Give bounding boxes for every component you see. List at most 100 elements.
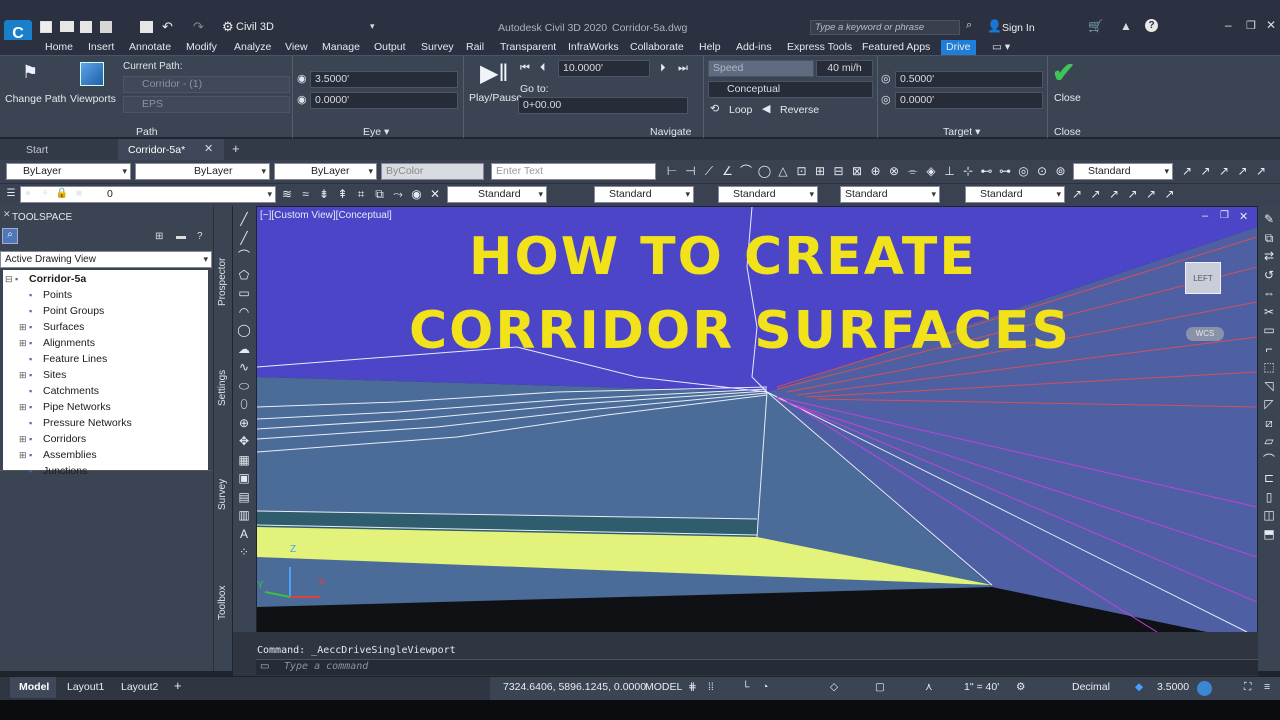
dim-style-select[interactable]: Standard ▾ [1073, 163, 1173, 180]
draw-tool-icon[interactable]: ▣ [237, 471, 251, 485]
tree-expander-icon[interactable]: ⊞ [19, 367, 29, 383]
table-style-select[interactable]: Standard ▾ [594, 186, 694, 203]
dimension-tool-icon[interactable]: ⊶ [998, 164, 1012, 178]
draw-tool-icon[interactable]: ◯ [237, 323, 251, 337]
help-icon[interactable]: ? [1145, 19, 1158, 32]
draw-tool-icon[interactable]: ☁ [237, 342, 251, 356]
viewport-label[interactable]: [−][Custom View][Conceptual] [260, 210, 392, 221]
eye-panel-title[interactable]: Eye ▾ [363, 126, 389, 138]
change-path-button[interactable]: Change Path [5, 93, 66, 105]
dimension-tool-icon[interactable]: ⊞ [813, 164, 827, 178]
modify-tool-icon[interactable]: ▯ [1262, 490, 1276, 504]
view-toggle-icon[interactable]: ▭ ▾ [992, 40, 1010, 55]
menu-home[interactable]: Home [45, 40, 73, 55]
dimension-tool-icon[interactable]: ⊚ [1054, 164, 1068, 178]
text-style-select[interactable]: Standard ▾ [447, 186, 547, 203]
visual-style-select[interactable]: Conceptual [708, 81, 873, 98]
viewcube[interactable]: LEFT [1185, 262, 1221, 294]
menu-collaborate[interactable]: Collaborate [630, 40, 684, 55]
menu-help[interactable]: Help [699, 40, 721, 55]
target-offset-field[interactable]: 0.0000' [895, 92, 1043, 109]
polar-icon[interactable]: ◔ [762, 681, 768, 693]
layer-tool-icon[interactable]: ⤳ [391, 187, 405, 201]
reverse-icon[interactable]: ◀ [762, 102, 770, 115]
step-back-icon[interactable]: ⏮ [520, 62, 530, 75]
layer-tool-icon[interactable]: ⇞ [336, 187, 350, 201]
modify-tool-icon[interactable]: ▭ [1262, 323, 1276, 337]
tab-settings[interactable]: Settings [217, 370, 228, 406]
ortho-icon[interactable]: └ [742, 681, 749, 693]
loop-button[interactable]: Loop [729, 104, 752, 116]
dimension-tool-icon[interactable]: △ [776, 164, 790, 178]
magnifier-icon[interactable]: ⌕ [2, 228, 18, 244]
tree-item[interactable]: ⊞ ▪ Surfaces [19, 319, 84, 335]
dimension-tool-icon[interactable]: ⊥ [943, 164, 957, 178]
tree-window-icon[interactable]: ▬ [176, 231, 186, 242]
speed-slider[interactable]: Speed [708, 60, 814, 77]
layer-state-icon[interactable]: ■ [72, 187, 86, 201]
style-tool-icon[interactable]: ↗ [1163, 187, 1177, 201]
draw-tool-icon[interactable]: ⊕ [237, 416, 251, 430]
tab-survey[interactable]: Survey [217, 479, 228, 510]
draw-tool-icon[interactable]: ▭ [237, 286, 251, 300]
add-layout-icon[interactable]: + [174, 678, 182, 693]
grid-icon[interactable]: ⋕ [688, 681, 697, 693]
tree-expander-icon[interactable]: ⊞ [19, 447, 29, 463]
modify-tool-icon[interactable]: ↺ [1262, 268, 1276, 282]
isodraft-icon[interactable]: ▢ [875, 681, 885, 693]
draw-tool-icon[interactable]: ▦ [237, 453, 251, 467]
layer-tool-icon[interactable]: ⌗ [354, 187, 368, 201]
qat-undo-icon[interactable]: ↶ [162, 19, 173, 35]
multileader-tool-icon[interactable]: ↗ [1254, 164, 1268, 178]
modify-tool-icon[interactable]: ⌒ [1262, 453, 1276, 467]
modify-tool-icon[interactable]: ✎ [1262, 212, 1276, 226]
layer-state-icon[interactable]: ☰ [4, 187, 18, 201]
modify-tool-icon[interactable]: ◸ [1262, 397, 1276, 411]
tree-expander-icon[interactable]: ⊞ [19, 399, 29, 415]
step-next-icon[interactable]: ⏵ [660, 62, 666, 75]
annotation-icon[interactable]: ⋏ [925, 681, 933, 693]
tree-item[interactable]: ⊞ ▪ Assemblies [19, 447, 97, 463]
toolspace-close-icon[interactable]: ✕ [3, 209, 11, 220]
eye-height-field[interactable]: 3.5000' [310, 71, 458, 88]
viewport-minimize-icon[interactable]: – [1202, 210, 1208, 222]
draw-tool-icon[interactable]: ∿ [237, 360, 251, 374]
snap-icon[interactable]: ⁞⁞ [708, 681, 714, 693]
qat-print-icon[interactable] [140, 21, 153, 33]
dimension-tool-icon[interactable]: ⊷ [980, 164, 994, 178]
tree-item[interactable]: ▪ Points [19, 287, 72, 303]
linetype-select[interactable]: ByLayer ▾ [135, 163, 270, 180]
style-tool-icon[interactable]: ↗ [1089, 187, 1103, 201]
search-input[interactable]: Type a keyword or phrase [815, 22, 924, 33]
draw-tool-icon[interactable]: ▤ [237, 490, 251, 504]
tab-model[interactable]: Model [10, 677, 56, 698]
tree-expander-icon[interactable]: ⊞ [19, 335, 29, 351]
tab-close-icon[interactable]: ✕ [204, 142, 213, 155]
style-tool-icon[interactable]: ↗ [1107, 187, 1121, 201]
menu-manage[interactable]: Manage [322, 40, 360, 55]
modify-tool-icon[interactable]: ⌐ [1262, 342, 1276, 356]
target-height-field[interactable]: 0.5000' [895, 71, 1043, 88]
layer-tool-icon[interactable]: ≈ [299, 187, 313, 201]
draw-tool-icon[interactable]: A [237, 527, 251, 541]
dimension-tool-icon[interactable]: ⊟ [832, 164, 846, 178]
tree-item[interactable]: ⊞ ▪ Sites [19, 367, 66, 383]
layer-state-icon[interactable]: ● [21, 187, 35, 201]
lineweight-select[interactable]: ByLayer ▾ [274, 163, 377, 180]
wcs-badge[interactable]: WCS [1186, 327, 1224, 341]
viewports-button[interactable]: Viewports [70, 93, 116, 105]
play-pause-icon[interactable]: ▶‖ [480, 62, 508, 86]
change-path-icon[interactable]: ⚑ [22, 62, 44, 84]
step-end-icon[interactable]: ⏭ [678, 62, 688, 75]
dimension-tool-icon[interactable]: ⊙ [1035, 164, 1049, 178]
osnap-icon[interactable]: ◇ [830, 681, 838, 693]
toolspace-help-icon[interactable]: ? [197, 231, 203, 242]
layer-tool-icon[interactable]: ✕ [428, 187, 442, 201]
binoculars-icon[interactable]: ⌕ [966, 19, 972, 32]
multileader-tool-icon[interactable]: ↗ [1180, 164, 1194, 178]
tree-item[interactable]: ▪ Pressure Networks [19, 415, 132, 431]
draw-tool-icon[interactable]: ⬭ [237, 379, 251, 393]
dimension-tool-icon[interactable]: ◈ [924, 164, 938, 178]
modify-tool-icon[interactable]: ⇄ [1262, 249, 1276, 263]
play-pause-button[interactable]: Play/Pause [469, 92, 522, 104]
